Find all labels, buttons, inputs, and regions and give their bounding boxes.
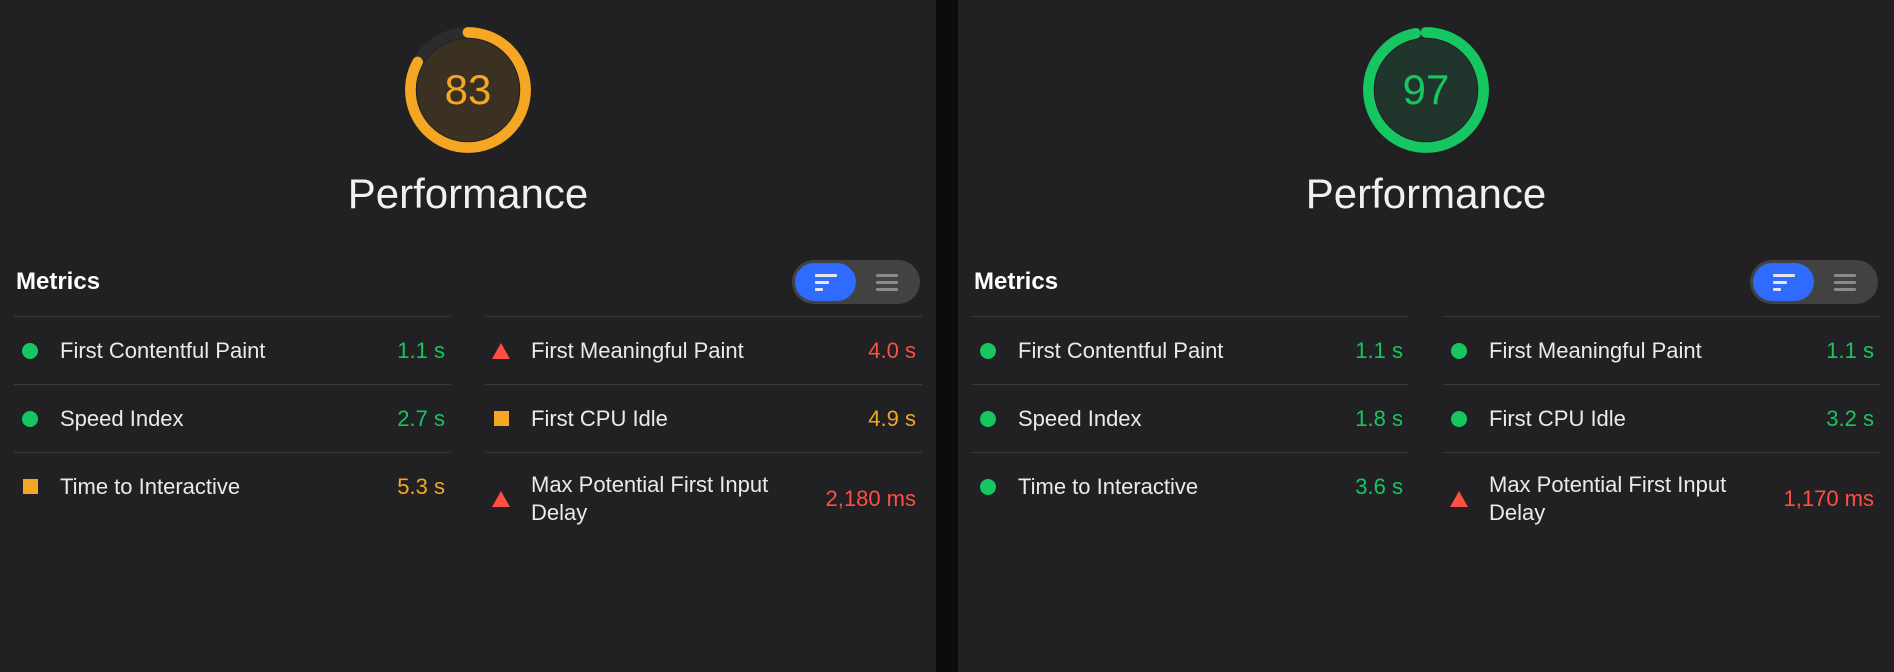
metrics-heading: Metrics — [974, 268, 1058, 296]
metric-value: 1,170 ms — [1784, 486, 1875, 512]
metrics-col-b: First Meaningful Paint 1.1 s First CPU Idl… — [1443, 316, 1880, 544]
metric-value: 3.2 s — [1826, 406, 1874, 432]
circle-icon — [978, 477, 998, 497]
square-icon — [20, 477, 40, 497]
metrics-col-b: First Meaningful Paint 4.0 s First CPU Idl… — [485, 316, 922, 544]
triangle-icon — [491, 341, 511, 361]
triangle-icon — [1449, 489, 1469, 509]
panel-divider — [936, 0, 958, 672]
score-value: 83 — [404, 26, 532, 154]
score-gauge: 83 — [404, 26, 532, 154]
toggle-list-view[interactable] — [856, 263, 917, 301]
square-icon — [491, 409, 511, 429]
metric-value: 2,180 ms — [826, 486, 917, 512]
metrics-header: Metrics — [972, 260, 1880, 308]
metric-row[interactable]: Time to Interactive 5.3 s — [14, 452, 451, 520]
metric-name: First Meaningful Paint — [1489, 337, 1818, 365]
circle-icon — [20, 409, 40, 429]
metric-value: 5.3 s — [397, 474, 445, 500]
metric-value: 3.6 s — [1355, 474, 1403, 500]
metrics-grid: First Contentful Paint 1.1 s Speed Index 2.… — [14, 316, 922, 544]
metrics-header: Metrics — [14, 260, 922, 308]
circle-icon — [1449, 341, 1469, 361]
metric-row[interactable]: First Meaningful Paint 4.0 s — [485, 316, 922, 384]
metric-name: Max Potential First Input Delay — [531, 471, 818, 526]
circle-icon — [20, 341, 40, 361]
triangle-icon — [491, 489, 511, 509]
toggle-list-view[interactable] — [1814, 263, 1875, 301]
metrics-view-toggle[interactable] — [792, 260, 920, 304]
performance-panel-right: 97 Performance Metrics First Contentful … — [958, 0, 1894, 672]
metric-name: First CPU Idle — [531, 405, 860, 433]
metric-row[interactable]: Time to Interactive 3.6 s — [972, 452, 1409, 520]
lines-icon — [1834, 274, 1856, 291]
score-gauge: 97 — [1362, 26, 1490, 154]
metric-name: First Meaningful Paint — [531, 337, 860, 365]
metrics-view-toggle[interactable] — [1750, 260, 1878, 304]
metric-name: First Contentful Paint — [60, 337, 389, 365]
comparison-split: 83 Performance Metrics First Contentful … — [0, 0, 1894, 672]
metric-row[interactable]: Max Potential First Input Delay 2,180 ms — [485, 452, 922, 544]
metric-value: 4.0 s — [868, 338, 916, 364]
metric-name: Speed Index — [1018, 405, 1347, 433]
metric-value: 4.9 s — [868, 406, 916, 432]
score-value: 97 — [1362, 26, 1490, 154]
metric-value: 2.7 s — [397, 406, 445, 432]
lines-icon — [876, 274, 898, 291]
metric-name: Speed Index — [60, 405, 389, 433]
metric-value: 1.8 s — [1355, 406, 1403, 432]
metrics-col-a: First Contentful Paint 1.1 s Speed Index 1.… — [972, 316, 1409, 544]
metric-row[interactable]: First Meaningful Paint 1.1 s — [1443, 316, 1880, 384]
panel-title: Performance — [14, 170, 922, 218]
circle-icon — [978, 341, 998, 361]
metric-row[interactable]: First Contentful Paint 1.1 s — [14, 316, 451, 384]
metric-row[interactable]: First CPU Idle 3.2 s — [1443, 384, 1880, 452]
bars-icon — [1773, 274, 1795, 291]
metric-value: 1.1 s — [397, 338, 445, 364]
toggle-compact-view[interactable] — [795, 263, 856, 301]
metrics-heading: Metrics — [16, 268, 100, 296]
metric-row[interactable]: First Contentful Paint 1.1 s — [972, 316, 1409, 384]
metrics-grid: First Contentful Paint 1.1 s Speed Index 1.… — [972, 316, 1880, 544]
metric-name: Time to Interactive — [60, 473, 389, 501]
score-gauge-wrap: 97 — [972, 26, 1880, 154]
metric-row[interactable]: Speed Index 1.8 s — [972, 384, 1409, 452]
metrics-col-a: First Contentful Paint 1.1 s Speed Index 2.… — [14, 316, 451, 544]
metric-value: 1.1 s — [1826, 338, 1874, 364]
metric-name: Max Potential First Input Delay — [1489, 471, 1776, 526]
performance-panel-left: 83 Performance Metrics First Contentful … — [0, 0, 936, 672]
circle-icon — [1449, 409, 1469, 429]
metric-row[interactable]: Speed Index 2.7 s — [14, 384, 451, 452]
metric-row[interactable]: Max Potential First Input Delay 1,170 ms — [1443, 452, 1880, 544]
metric-name: First Contentful Paint — [1018, 337, 1347, 365]
toggle-compact-view[interactable] — [1753, 263, 1814, 301]
bars-icon — [815, 274, 837, 291]
panel-title: Performance — [972, 170, 1880, 218]
circle-icon — [978, 409, 998, 429]
metric-row[interactable]: First CPU Idle 4.9 s — [485, 384, 922, 452]
score-gauge-wrap: 83 — [14, 26, 922, 154]
metric-name: First CPU Idle — [1489, 405, 1818, 433]
metric-value: 1.1 s — [1355, 338, 1403, 364]
metric-name: Time to Interactive — [1018, 473, 1347, 501]
